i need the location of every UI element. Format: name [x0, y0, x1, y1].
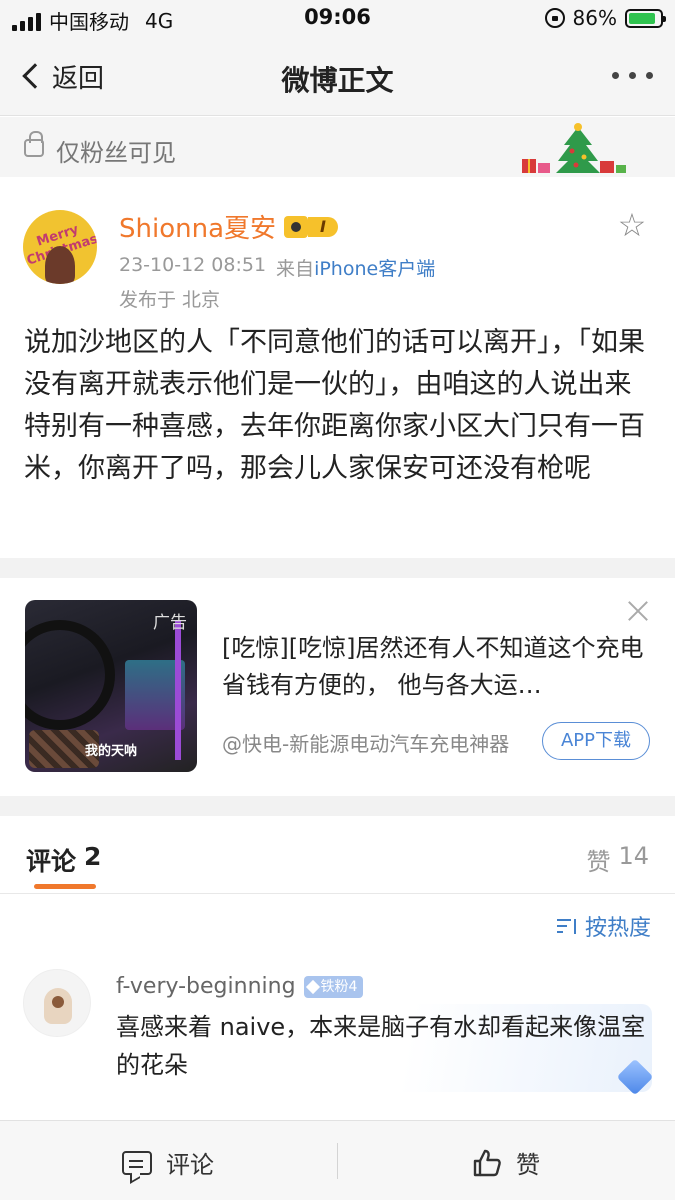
comment-username[interactable]: f-very-beginning	[116, 974, 296, 999]
bottom-toolbar: 评论 赞	[0, 1120, 675, 1200]
visibility-label: 仅粉丝可见	[56, 139, 176, 167]
post-card: Merry Christmas Shionna夏安 I ☆ 23-10-12 0…	[0, 178, 675, 558]
more-options-button[interactable]	[612, 72, 653, 79]
tab-comments[interactable]: 评论 2	[26, 842, 101, 878]
battery-percent: 86%	[572, 6, 617, 30]
likes-label: 赞	[586, 848, 611, 876]
page-title: 微博正文	[281, 64, 394, 97]
fan-badge-label: 铁粉4	[320, 978, 358, 995]
app-download-button[interactable]: APP下载	[542, 722, 650, 760]
comments-header: 评论 2 赞 14	[0, 816, 675, 894]
favorite-star-icon[interactable]: ☆	[615, 208, 649, 242]
post-body: 说加沙地区的人「不同意他们的话可以离开」，「如果没有离开就表示他们是一伙的」，由…	[24, 327, 645, 484]
username[interactable]: Shionna夏安	[119, 208, 276, 245]
post-meta: 23-10-12 08:51 来自iPhone客户端	[119, 254, 435, 281]
comment-icon	[122, 1150, 152, 1175]
section-divider	[0, 796, 675, 816]
status-bar: 中国移动 4G 09:06 86%	[0, 0, 675, 38]
comment-user-row: f-very-beginning 铁粉4	[116, 974, 364, 999]
tab-comments-count: 2	[84, 842, 102, 871]
sort-label: 按热度	[584, 916, 651, 941]
toolbar-divider	[337, 1143, 338, 1179]
ad-text[interactable]: [吃惊][吃惊]居然还有人不知道这个充电省钱有方便的， 他与各大运…	[222, 630, 652, 704]
fan-badge: 铁粉4	[303, 975, 364, 998]
diamond-icon	[305, 979, 320, 994]
visibility-bar: 仅粉丝可见	[0, 117, 675, 177]
section-divider	[0, 558, 675, 578]
comment-text[interactable]: 喜感来着 naive，本来是脑子有水却看起来像温室的花朵	[116, 1008, 646, 1084]
tab-indicator	[34, 884, 96, 889]
close-icon[interactable]	[627, 600, 649, 622]
ad-image-caption: 我的天呐	[84, 744, 137, 759]
source-prefix: 来自	[276, 258, 315, 280]
like-button-label: 赞	[516, 1151, 540, 1179]
likes-count: 14	[618, 842, 649, 870]
tab-comments-label: 评论	[26, 847, 77, 876]
post-source[interactable]: iPhone客户端	[314, 258, 435, 280]
tab-likes[interactable]: 赞 14	[586, 842, 649, 877]
sort-button[interactable]: 按热度	[556, 910, 651, 942]
thumbs-up-icon	[473, 1149, 501, 1176]
post-location: 发布于 北京	[119, 289, 221, 311]
battery-icon	[625, 8, 666, 28]
nav-bar: 返回 微博正文	[0, 38, 675, 116]
crown-icon	[284, 215, 309, 238]
status-right: 86%	[544, 6, 666, 30]
comment-button[interactable]: 评论	[122, 1145, 214, 1180]
ad-badge: 广告	[153, 613, 187, 633]
like-button[interactable]: 赞	[472, 1145, 540, 1180]
username-row: Shionna夏安 I	[119, 208, 338, 245]
rotation-lock-icon	[544, 8, 565, 28]
sort-icon	[556, 916, 579, 936]
ad-card[interactable]: 广告 我的天呐 [吃惊][吃惊]居然还有人不知道这个充电省钱有方便的， 他与各大…	[0, 578, 675, 796]
post-timestamp: 23-10-12 08:51	[119, 254, 267, 276]
comment-item: f-very-beginning 铁粉4 喜感来着 naive，本来是脑子有水却…	[0, 960, 675, 1110]
avatar[interactable]	[23, 969, 91, 1037]
vip-level: I	[308, 216, 338, 237]
lock-icon	[24, 131, 44, 157]
comment-button-label: 评论	[166, 1151, 214, 1179]
ad-image[interactable]: 广告 我的天呐	[25, 600, 197, 772]
ad-advertiser[interactable]: @快电-新能源电动汽车充电神器	[222, 728, 509, 757]
vip-badge[interactable]: I	[284, 215, 338, 238]
avatar[interactable]: Merry Christmas	[23, 210, 97, 284]
christmas-tree-icon	[522, 123, 626, 173]
